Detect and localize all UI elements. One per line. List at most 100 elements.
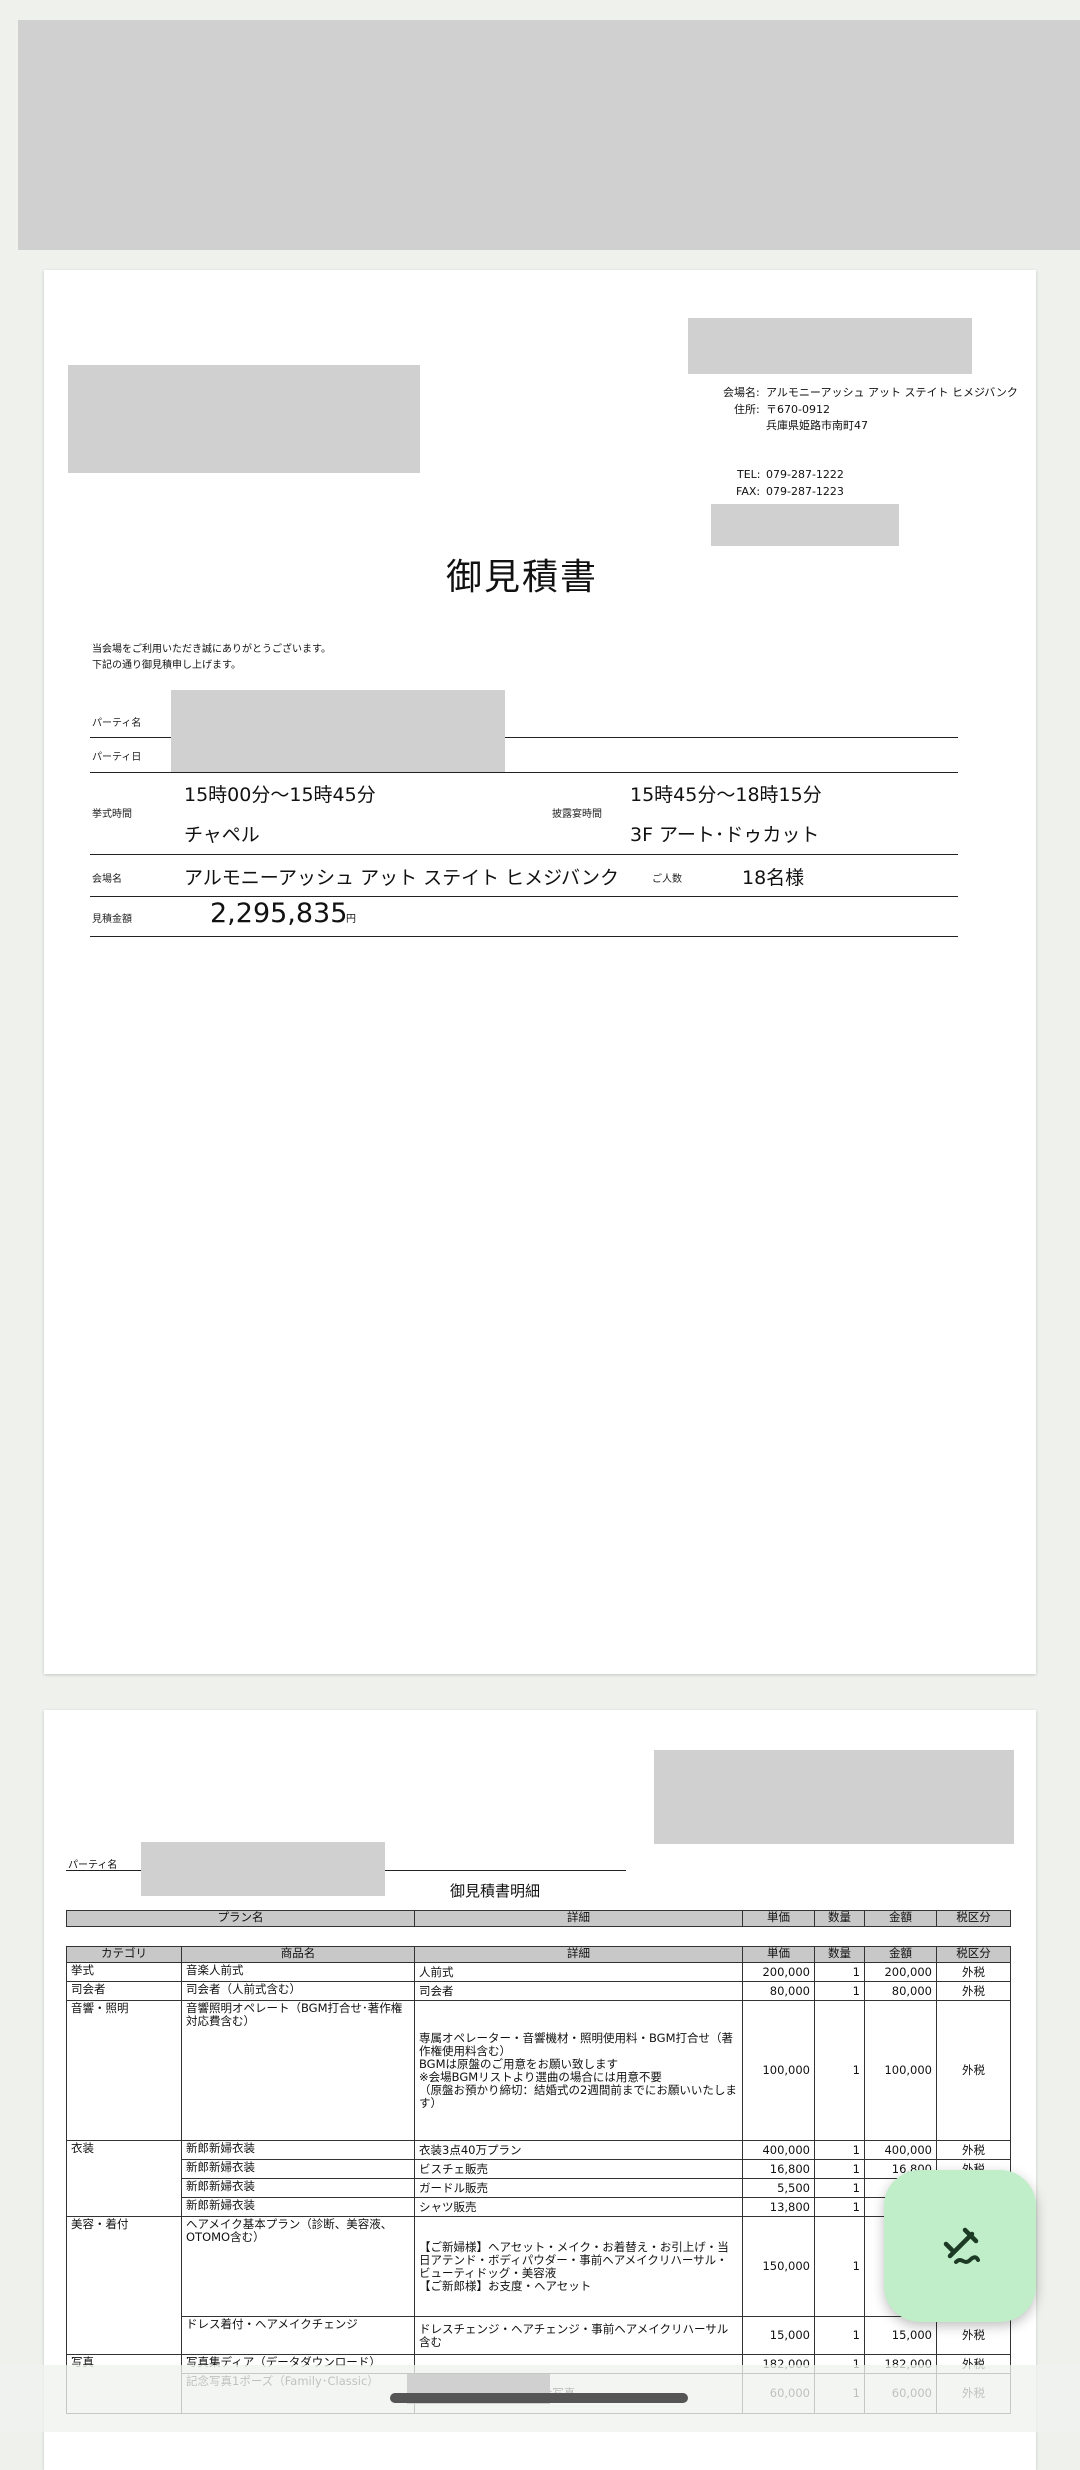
- guests-value: 18名様: [742, 867, 805, 889]
- cell-product: 音楽人前式: [181, 1962, 415, 1982]
- redacted-recipient: [68, 365, 420, 473]
- cell-detail: 司会者: [414, 1981, 743, 2001]
- table-row: 新郎新婦衣装 ビスチェ販売 16,800 1 16,800 外税: [67, 2159, 1011, 2179]
- plan-header-amount: 金額: [864, 1910, 937, 1927]
- cell-amount: 400,000: [864, 2140, 937, 2160]
- cell-tax: 外税: [936, 2316, 1011, 2355]
- cell-qty: 1: [814, 2178, 865, 2198]
- estimate-amount: 2,295,835: [210, 898, 348, 929]
- header-tax: 税区分: [936, 1946, 1011, 1963]
- cell-qty: 1: [814, 2197, 865, 2217]
- header-price: 単価: [742, 1946, 815, 1963]
- estimate-page-2: パーティ名 御見積書明細 プラン名 詳細 単価 数量 金額 税区分 カテゴリ 商…: [44, 1710, 1036, 2470]
- cell-price: 200,000: [742, 1962, 815, 1982]
- plan-header-qty: 数量: [814, 1910, 865, 1927]
- divider: [90, 854, 958, 855]
- cell-price: 5,500: [742, 2178, 815, 2198]
- divider: [90, 936, 958, 937]
- address: 兵庫県姫路市南町47: [766, 419, 868, 432]
- table-row: 衣装 新郎新婦衣装 衣装3点40万プラン 400,000 1 400,000 外税: [66, 2140, 1011, 2217]
- hall-value: アルモニーアッシュ アット ステイト ヒメジバンク: [184, 867, 619, 889]
- fax-label: FAX:: [736, 485, 761, 498]
- cell-product: 司会者（人前式含む）: [181, 1981, 415, 2001]
- plan-header-detail: 詳細: [414, 1910, 743, 1927]
- cell-amount: 200,000: [864, 1962, 937, 1982]
- plan-header-name: プラン名: [66, 1910, 415, 1927]
- hall-label: 会場名: [92, 874, 122, 885]
- cell-price: 80,000: [742, 1981, 815, 2001]
- cell-tax: 外税: [936, 1981, 1011, 2001]
- address-label: 住所:: [734, 403, 760, 416]
- cell-amount: 100,000: [864, 2000, 937, 2141]
- cell-category: 挙式: [66, 1962, 182, 1982]
- cell-detail: 専属オペレーター・音響機材・照明使用料・BGM打合せ（著作権使用料含む） BGM…: [414, 2000, 743, 2141]
- venue-value: アルモニーアッシュ アット ステイト ヒメジバンク: [766, 386, 1018, 399]
- cell-tax: 外税: [936, 2000, 1011, 2141]
- venue-label: 会場名:: [723, 386, 760, 399]
- redacted-stamp: [711, 504, 899, 546]
- header-detail: 詳細: [414, 1946, 743, 1963]
- estimate-unit: 円: [346, 914, 356, 925]
- greeting-line-1: 当会場をご利用いただき誠にありがとうございます。: [92, 644, 331, 655]
- table-row: 新郎新婦衣装ガードル販売5,50015,500外税: [67, 2178, 1011, 2198]
- divider: [90, 896, 958, 897]
- items-table-body: 挙式 音楽人前式 人前式 200,000 1 200,000 外税 司会者 司会者（人前式含む）…: [66, 1962, 1011, 2414]
- cell-category: 音響・照明: [66, 2000, 182, 2141]
- cell-price: 400,000: [742, 2140, 815, 2160]
- cell-qty: 1: [814, 1981, 865, 2001]
- cell-detail: 【ご新婦様】ヘアセット・メイク・お着替え・お引上げ・当日アテンド・ボディパウダー…: [414, 2216, 743, 2317]
- cell-product: ヘアメイク基本プラン（診断、美容液、OTOMO含む）: [181, 2216, 415, 2317]
- cell-product: 新郎新婦衣装: [181, 2178, 415, 2198]
- home-indicator[interactable]: [390, 2393, 688, 2403]
- table-row: 挙式 音楽人前式 人前式 200,000 1 200,000 外税: [66, 1962, 1011, 1982]
- ceremony-time: 15時00分～15時45分: [184, 784, 376, 806]
- cell-tax: 外税: [936, 1962, 1011, 1982]
- table-row: 新郎新婦衣装シャツ販売13,800113,800外税: [67, 2197, 1011, 2217]
- table-row: 音響・照明 音響照明オペレート（BGM打合せ･著作権対応費含む） 専属オペレーター・…: [66, 2000, 1011, 2141]
- table-row: 司会者 司会者（人前式含む） 司会者 80,000 1 80,000 外税: [66, 1981, 1011, 2001]
- fax-number: 079-287-1223: [766, 485, 844, 498]
- cell-product: 新郎新婦衣装: [181, 2197, 415, 2217]
- cell-category: 衣装: [66, 2140, 182, 2217]
- redacted-party-name: [141, 1842, 385, 1896]
- cell-amount: 15,000: [864, 2316, 937, 2355]
- cell-qty: 1: [814, 2159, 865, 2179]
- cell-price: 13,800: [742, 2197, 815, 2217]
- table-row: ドレス着付・ヘアメイクチェンジ ドレスチェンジ・ヘアチェンジ・事前ヘアメイクリハー…: [67, 2316, 1011, 2355]
- header-amount: 金額: [864, 1946, 937, 1963]
- redacted-header: [18, 20, 1080, 250]
- cell-price: 100,000: [742, 2000, 815, 2141]
- cell-product: 新郎新婦衣装: [181, 2140, 415, 2160]
- redacted-logo: [688, 318, 972, 374]
- party-date-label: パーティ日: [92, 752, 142, 763]
- greeting-line-2: 下記の通り御見積申し上げます。: [92, 660, 241, 671]
- cell-tax: 外税: [936, 2140, 1011, 2160]
- cell-category: 司会者: [66, 1981, 182, 2001]
- plan-header-price: 単価: [742, 1910, 815, 1927]
- table-row: 美容・着付 ヘアメイク基本プラン（診断、美容液、OTOMO含む） 【ご新婦様】ヘアセ…: [66, 2216, 1011, 2355]
- cell-qty: 1: [814, 2140, 865, 2160]
- detail-title: 御見積書明細: [450, 1882, 541, 1900]
- plan-table: プラン名 詳細 単価 数量 金額 税区分: [66, 1910, 1011, 1927]
- cell-detail: シャツ販売: [414, 2197, 743, 2217]
- cell-amount: 80,000: [864, 1981, 937, 2001]
- cell-product: 音響照明オペレート（BGM打合せ･著作権対応費含む）: [181, 2000, 415, 2141]
- cell-category: 美容・着付: [66, 2216, 182, 2355]
- party-name-label: パーティ名: [92, 718, 142, 729]
- estimate-label: 見積金額: [92, 914, 132, 925]
- items-table: カテゴリ 商品名 詳細 単価 数量 金額 税区分 挙式 音楽人前式 人前式 200,0…: [66, 1946, 1011, 2414]
- cell-detail: ガードル販売: [414, 2178, 743, 2198]
- ceremony-time-label: 挙式時間: [92, 809, 132, 820]
- cell-detail: 人前式: [414, 1962, 743, 1982]
- postal-code: 〒670-0912: [766, 403, 830, 416]
- annotate-button[interactable]: [884, 2170, 1036, 2322]
- header-product: 商品名: [181, 1946, 415, 1963]
- redacted-logo: [654, 1750, 1014, 1844]
- redacted-party-info: [171, 690, 505, 772]
- cell-product: 新郎新婦衣装: [181, 2159, 415, 2179]
- cell-product: ドレス着付・ヘアメイクチェンジ: [181, 2316, 415, 2355]
- estimate-page-1: 会場名: アルモニーアッシュ アット ステイト ヒメジバンク 住所: 〒670-…: [44, 270, 1036, 1674]
- party-name-label: パーティ名: [68, 1860, 118, 1871]
- header-category: カテゴリ: [66, 1946, 182, 1963]
- cell-qty: 1: [814, 1962, 865, 1982]
